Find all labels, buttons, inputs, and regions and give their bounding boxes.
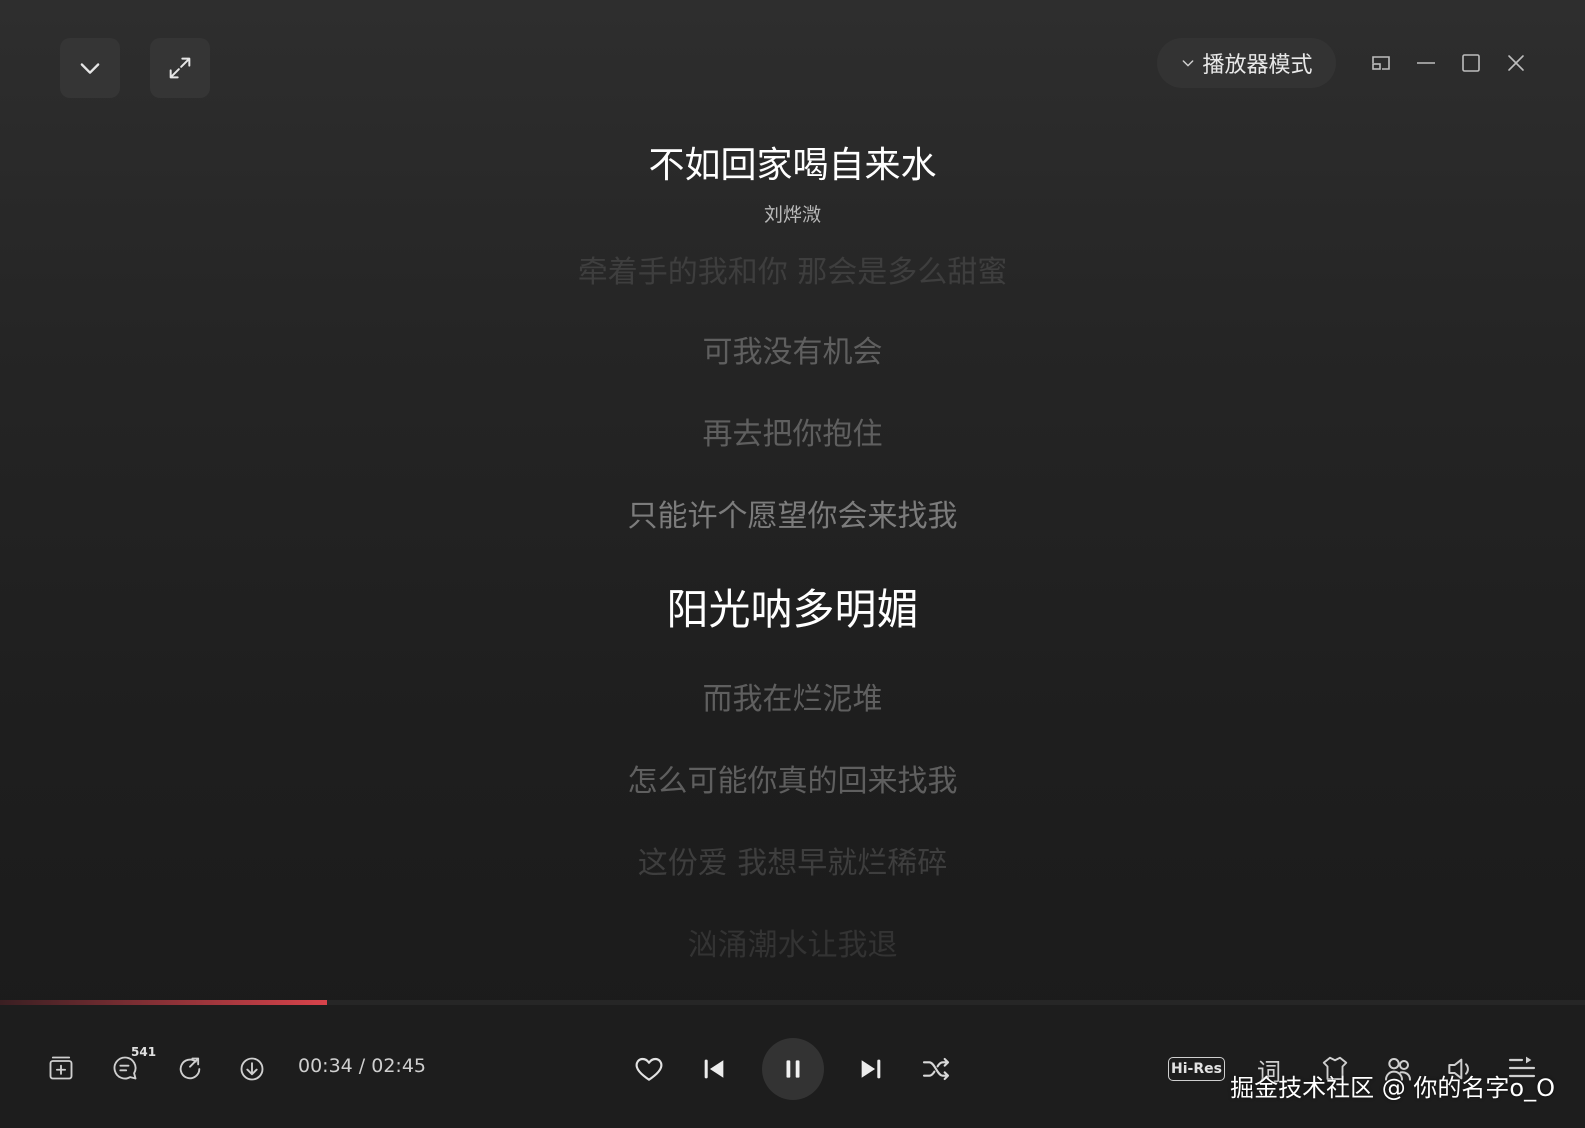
- song-title: 不如回家喝自来水: [648, 145, 937, 186]
- minimize-button[interactable]: [1409, 46, 1443, 80]
- maximize-button[interactable]: [1454, 46, 1488, 80]
- lyric-line[interactable]: 怎么可能你真的回来找我: [0, 762, 1585, 802]
- close-button[interactable]: [1499, 46, 1533, 80]
- lyric-line[interactable]: 而我在烂泥堆: [0, 680, 1585, 720]
- skip-previous-icon: [704, 1059, 724, 1079]
- player-mode-button[interactable]: 播放器模式: [1157, 38, 1336, 88]
- pause-button[interactable]: [762, 1038, 824, 1100]
- add-playlist-icon: [49, 1056, 73, 1080]
- time-display: 00:34 / 02:45: [298, 1055, 426, 1077]
- comment-count-badge: 541: [131, 1045, 157, 1059]
- lyric-line[interactable]: 可我没有机会: [0, 333, 1585, 373]
- collapse-player-button[interactable]: [60, 38, 120, 98]
- mini-player-button[interactable]: [1364, 46, 1398, 80]
- download-button[interactable]: [238, 1055, 266, 1083]
- song-artist[interactable]: 刘烨溦: [0, 200, 1585, 227]
- lyric-line[interactable]: 汹涌潮水让我退: [0, 926, 1585, 966]
- minimize-icon: [1417, 62, 1435, 64]
- chevron-down-icon: [80, 63, 100, 74]
- lyric-line[interactable]: 牵着手的我和你 那会是多么甜蜜: [0, 253, 1585, 293]
- chevron-down-icon: [1183, 60, 1194, 67]
- shuffle-button[interactable]: [920, 1053, 952, 1085]
- close-icon: [1508, 55, 1524, 71]
- next-track-button[interactable]: [857, 1055, 885, 1083]
- add-to-playlist-button[interactable]: [47, 1054, 75, 1082]
- fullscreen-button[interactable]: [150, 38, 210, 98]
- player-window: 播放器模式 不如回家喝自来水 刘烨溦 牵着手的我和你 那会是多么甜蜜 可我没有机…: [0, 0, 1585, 1128]
- previous-track-button[interactable]: [700, 1055, 728, 1083]
- lyric-line[interactable]: 再去把你抱住: [0, 415, 1585, 455]
- like-button[interactable]: [633, 1053, 665, 1085]
- shuffle-icon: [922, 1057, 950, 1081]
- share-button[interactable]: [176, 1055, 204, 1083]
- pause-icon: [786, 1060, 800, 1078]
- download-icon: [240, 1057, 264, 1081]
- mini-player-icon: [1372, 56, 1390, 70]
- share-icon: [179, 1057, 201, 1080]
- expand-icon: [169, 57, 191, 79]
- heart-icon: [635, 1057, 663, 1081]
- maximize-icon: [1462, 54, 1480, 72]
- lyric-line[interactable]: 只能许个愿望你会来找我: [0, 497, 1585, 537]
- watermark-text: 掘金技术社区 @ 你的名字o_O: [1230, 1074, 1555, 1102]
- player-mode-label: 播放器模式: [1202, 53, 1313, 78]
- skip-next-icon: [861, 1059, 881, 1079]
- lyric-line[interactable]: 这份爱 我想早就烂稀碎: [0, 844, 1585, 884]
- hi-res-quality-button[interactable]: Hi-Res: [1168, 1057, 1225, 1081]
- lyric-line-current[interactable]: 阳光呐多明媚: [0, 585, 1585, 635]
